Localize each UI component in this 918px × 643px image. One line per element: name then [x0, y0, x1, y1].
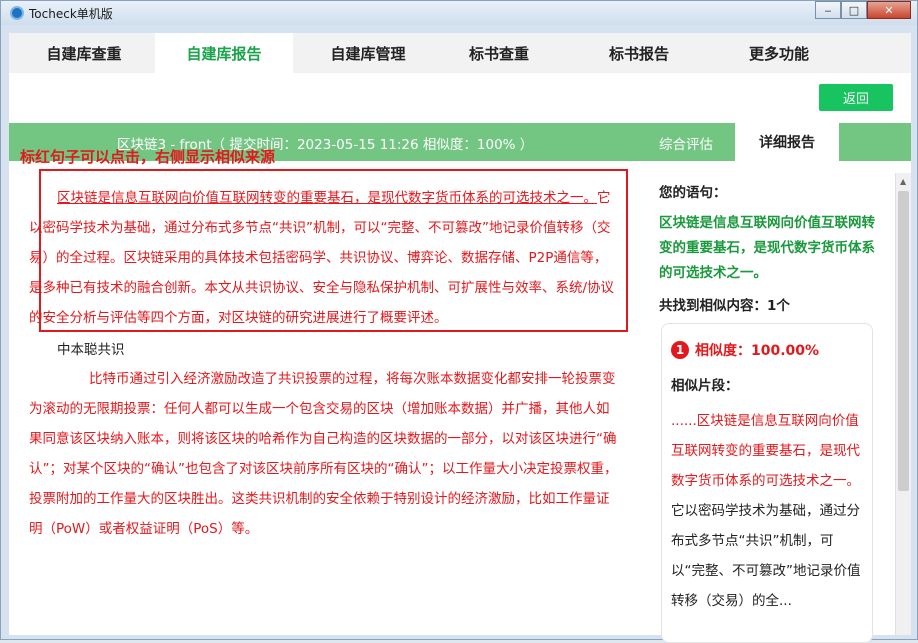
scrollbar-thumb[interactable] — [898, 191, 909, 491]
side-scrollbar[interactable]: ▲ — [895, 173, 911, 635]
your-sentence-label: 您的语句： — [659, 185, 727, 201]
similarity-panel: 您的语句： 区块链是信息互联网向价值互联网转变的重要基石，是现代数字货币体系的可… — [649, 161, 889, 643]
tab-detail-report[interactable]: 详细报告 — [735, 123, 839, 161]
scroll-up-icon[interactable]: ▲ — [900, 177, 906, 186]
window-title: Tocheck单机版 — [29, 7, 113, 21]
found-count: 共找到相似内容：1个 — [659, 298, 790, 314]
tab-more[interactable]: 更多功能 — [719, 33, 839, 73]
tab-self-report[interactable]: 自建库报告 — [155, 33, 293, 73]
tab-self-manage[interactable]: 自建库管理 — [299, 33, 437, 73]
fragment-label: 相似片段： — [671, 378, 739, 394]
back-button[interactable]: 返回 — [819, 84, 893, 111]
window-controls: ‒ □ ✕ — [815, 1, 911, 19]
tab-bid-check[interactable]: 标书查重 — [439, 33, 559, 73]
app-window: Tocheck单机版 ‒ □ ✕ 自建库查重 自建库报告 自建库管理 标书查重 … — [0, 0, 918, 643]
title-bar[interactable]: Tocheck单机版 ‒ □ ✕ — [1, 1, 917, 25]
close-button[interactable]: ✕ — [867, 1, 911, 19]
paragraph-2[interactable]: 比特币通过引入经济激励改造了共识投票的过程，将每次账本数据变化都安排一轮投票变为… — [29, 364, 619, 544]
similarity-value: 相似度：100.00% — [695, 343, 820, 359]
main-content: 自建库查重 自建库报告 自建库管理 标书查重 标书报告 更多功能 返回 区块链3… — [9, 33, 911, 643]
fragment-black-text: 它以密码学技术为基础，通过分布式多节点“共识”机制，可以“完整、不可篡改”地记录… — [671, 503, 861, 609]
your-sentence: 区块链是信息互联网向价值互联网转变的重要基石，是现代数字货币体系的可选技术之一。 — [659, 215, 875, 281]
similar-fragment: ......区块链是信息互联网向价值互联网转变的重要基石，是现代数字货币体系的可… — [671, 406, 865, 616]
section-heading: 中本聪共识 — [57, 342, 125, 358]
fragment-red-text: ......区块链是信息互联网向价值互联网转变的重要基石，是现代数字货币体系的可… — [671, 413, 860, 489]
tab-summary[interactable]: 综合评估 — [659, 133, 713, 153]
tab-self-check[interactable]: 自建库查重 — [19, 33, 149, 73]
minimize-button[interactable]: ‒ — [815, 1, 841, 19]
result-number-badge: 1 — [671, 341, 689, 359]
selection-outline — [39, 169, 628, 332]
app-logo-icon — [10, 6, 24, 20]
tab-bar: 自建库查重 自建库报告 自建库管理 标书查重 标书报告 更多功能 — [9, 33, 911, 73]
tab-bid-report[interactable]: 标书报告 — [579, 33, 699, 73]
maximize-button[interactable]: □ — [841, 1, 867, 19]
similar-result-card: 1 相似度：100.00% 相似片段： ......区块链是信息互联网向价值互联… — [661, 323, 873, 643]
